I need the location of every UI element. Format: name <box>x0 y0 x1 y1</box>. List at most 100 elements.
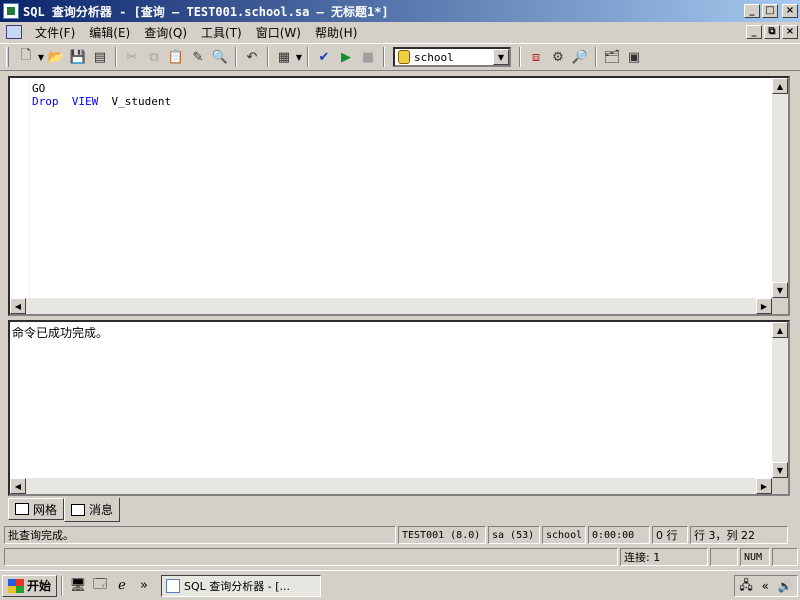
menu-file[interactable]: 文件(F) <box>28 24 82 41</box>
taskbar: 开始 🖥 🗔 ℯ » SQL 查询分析器 - [... 🖧 « 🔊 <box>0 570 800 600</box>
chevron-down-icon[interactable]: ▼ <box>493 49 509 65</box>
editor-vertical-scrollbar[interactable]: ▲ ▼ <box>772 78 788 298</box>
results-tabs: 网格 消息 <box>8 498 121 522</box>
clear-window-icon[interactable]: ✎ <box>187 46 209 68</box>
database-select[interactable]: school ▼ <box>393 47 511 67</box>
network-icon[interactable]: 🖧 <box>739 576 752 597</box>
database-icon <box>398 50 410 64</box>
results-horizontal-scrollbar[interactable]: ◀ ▶ <box>10 478 772 494</box>
status-connections: 连接: 1 <box>620 548 708 566</box>
menu-help[interactable]: 帮助(H) <box>308 24 364 41</box>
tab-grid[interactable]: 网格 <box>8 498 65 520</box>
tab-grid-label: 网格 <box>33 502 58 517</box>
document-icon[interactable] <box>6 25 22 39</box>
internet-explorer-icon[interactable]: ℯ <box>111 575 133 597</box>
scroll-down-icon[interactable]: ▼ <box>772 462 788 478</box>
result-message: 命令已成功完成。 <box>12 326 109 340</box>
quicklaunch-more-icon[interactable]: » <box>133 575 155 597</box>
app-icon <box>166 578 181 593</box>
parse-query-icon[interactable]: ✔ <box>313 46 335 68</box>
show-desktop-icon[interactable]: 🖥 <box>67 575 89 597</box>
status-scroll <box>772 548 798 566</box>
toolbar-separator <box>383 47 385 67</box>
editor-horizontal-scrollbar[interactable]: ◀ ▶ <box>10 298 772 314</box>
volume-icon[interactable]: 🔊 <box>778 579 793 593</box>
status-cursor-position: 行 3，列 22 <box>690 526 788 544</box>
toolbar: 🗋 ▼ 📂 💾 ▤ ✂ ⧉ 📋 ✎ 🔍 ↶ ▦ ▼ ✔ ▶ ■ school ▼… <box>0 43 800 71</box>
undo-icon[interactable]: ↶ <box>241 46 263 68</box>
maximize-button[interactable]: □ <box>762 4 778 18</box>
open-folder-icon[interactable]: 📂 <box>45 46 67 68</box>
status-elapsed-time: 0:00:00 <box>588 526 650 544</box>
messages-icon <box>71 503 86 516</box>
task-sql-query-analyzer[interactable]: SQL 查询分析器 - [... <box>161 574 322 597</box>
copy-icon[interactable]: ⧉ <box>143 46 165 68</box>
window-controls: _ □ × <box>744 4 798 18</box>
insert-template-icon[interactable]: ▤ <box>89 46 111 68</box>
start-label: 开始 <box>27 579 52 593</box>
app-icon[interactable] <box>3 3 19 19</box>
scroll-corner <box>772 478 788 494</box>
menu-window[interactable]: 窗口(W) <box>249 24 308 41</box>
taskbar-separator <box>61 575 64 596</box>
new-query-dropdown-icon[interactable]: ▼ <box>37 53 45 62</box>
explorer-icon[interactable]: 🗔 <box>89 575 111 597</box>
index-tuning-icon[interactable]: ⚙ <box>547 46 569 68</box>
keyword-view: VIEW <box>71 95 99 108</box>
cut-icon[interactable]: ✂ <box>121 46 143 68</box>
app-status-bar: 连接: 1 NUM <box>0 546 800 568</box>
scroll-right-icon[interactable]: ▶ <box>756 478 772 494</box>
menu-edit[interactable]: 编辑(E) <box>82 24 137 41</box>
scroll-left-icon[interactable]: ◀ <box>10 298 26 314</box>
editor-gutter <box>10 78 30 302</box>
toolbar-separator <box>267 47 269 67</box>
paste-icon[interactable]: 📋 <box>165 46 187 68</box>
query-editor[interactable]: GO Drop VIEW V_student ▲ ▼ ◀ ▶ <box>8 76 790 316</box>
window-titlebar[interactable]: SQL 查询分析器 - [查询 — TEST001.school.sa — 无标… <box>0 0 800 22</box>
toolbar-separator <box>235 47 237 67</box>
results-pane[interactable]: 命令已成功完成。 ▲ ▼ ◀ ▶ <box>8 320 790 496</box>
scroll-left-icon[interactable]: ◀ <box>10 478 26 494</box>
scroll-down-icon[interactable]: ▼ <box>772 282 788 298</box>
find-icon[interactable]: 🔍 <box>209 46 231 68</box>
menu-tools[interactable]: 工具(T) <box>194 24 249 41</box>
doc-close-button[interactable]: × <box>782 25 798 39</box>
doc-minimize-button[interactable]: _ <box>746 25 762 39</box>
windows-logo-icon <box>8 578 24 593</box>
save-icon[interactable]: 💾 <box>67 46 89 68</box>
toolbar-separator <box>115 47 117 67</box>
results-mode-icon[interactable]: ▦ <box>273 46 295 68</box>
status-num: NUM <box>740 548 770 566</box>
scroll-right-icon[interactable]: ▶ <box>756 298 772 314</box>
menu-query[interactable]: 查询(Q) <box>137 24 194 41</box>
cancel-query-icon[interactable]: ■ <box>357 46 379 68</box>
keyword-drop: Drop <box>32 95 59 108</box>
scroll-up-icon[interactable]: ▲ <box>772 78 788 94</box>
scroll-corner <box>772 298 788 314</box>
code-line-2: Drop VIEW V_student <box>32 95 171 108</box>
doc-restore-button[interactable]: ⧉ <box>764 25 780 39</box>
tab-messages-label: 消息 <box>89 503 114 517</box>
results-vertical-scrollbar[interactable]: ▲ ▼ <box>772 322 788 478</box>
query-text[interactable]: GO Drop VIEW V_student <box>32 82 171 108</box>
status-user: sa (53) <box>488 526 540 544</box>
minimize-button[interactable]: _ <box>744 4 760 18</box>
new-query-icon[interactable]: 🗋 <box>15 46 37 68</box>
object-search-icon[interactable]: 🔎 <box>569 46 591 68</box>
scroll-up-icon[interactable]: ▲ <box>772 322 788 338</box>
query-status-bar: 批查询完成。 TEST001 (8.0) sa (53) school 0:00… <box>0 524 800 546</box>
close-button[interactable]: × <box>782 4 798 18</box>
grid-icon <box>15 503 29 515</box>
window-title: SQL 查询分析器 - [查询 — TEST001.school.sa — 无标… <box>23 4 389 19</box>
tab-messages[interactable]: 消息 <box>64 498 121 522</box>
execution-plan-icon[interactable]: ⧈ <box>525 46 547 68</box>
results-pane-icon[interactable]: ▣ <box>623 46 645 68</box>
start-button[interactable]: 开始 <box>2 574 58 597</box>
object-browser-icon[interactable]: 🗂 <box>601 46 623 68</box>
toolbar-grip[interactable] <box>6 47 9 67</box>
tray-expand-icon[interactable]: « <box>762 579 769 593</box>
execute-query-icon[interactable]: ▶ <box>335 46 357 68</box>
code-line-1: GO <box>32 82 46 95</box>
results-mode-dropdown-icon[interactable]: ▼ <box>295 53 303 62</box>
system-tray: 🖧 « 🔊 <box>734 575 798 597</box>
